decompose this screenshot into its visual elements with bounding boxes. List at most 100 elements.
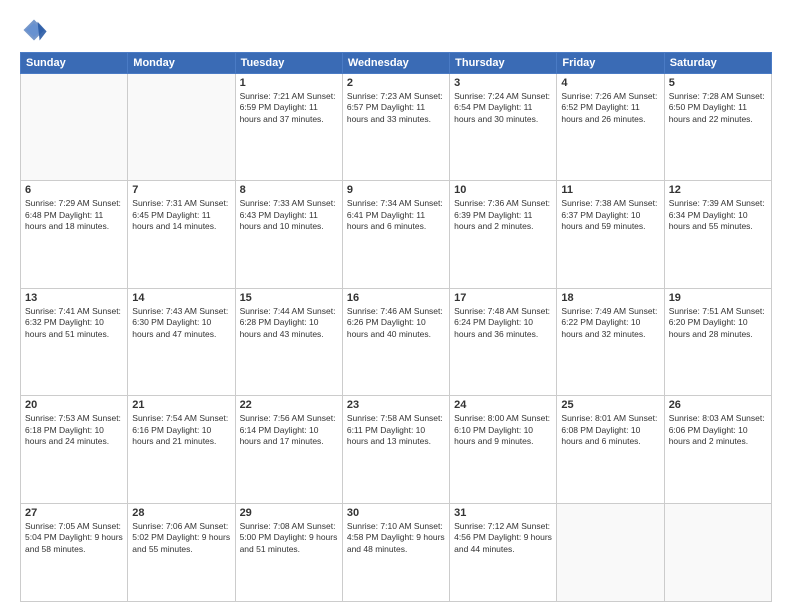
- day-cell: 24 Sunrise: 8:00 AM Sunset: 6:10 PM Dayli…: [450, 396, 557, 503]
- day-number: 10: [454, 184, 552, 196]
- day-cell: 22 Sunrise: 7:56 AM Sunset: 6:14 PM Dayli…: [235, 396, 342, 503]
- calendar: SundayMondayTuesdayWednesdayThursdayFrid…: [20, 52, 772, 602]
- day-info: Sunrise: 7:28 AM Sunset: 6:50 PM Dayligh…: [669, 91, 767, 125]
- day-cell: 3 Sunrise: 7:24 AM Sunset: 6:54 PM Daylig…: [450, 74, 557, 181]
- day-cell: 27 Sunrise: 7:05 AM Sunset: 5:04 PM Dayli…: [21, 503, 128, 601]
- day-info: Sunrise: 7:39 AM Sunset: 6:34 PM Dayligh…: [669, 198, 767, 232]
- day-number: 23: [347, 399, 445, 411]
- day-cell: 29Sunrise: 7:08 AM Sunset: 5:00 PM Dayli…: [235, 503, 342, 601]
- day-info: Sunrise: 7:56 AM Sunset: 6:14 PM Dayligh…: [240, 413, 338, 447]
- day-info: Sunrise: 7:53 AM Sunset: 6:18 PM Dayligh…: [25, 413, 123, 447]
- day-info: Sunrise: 7:38 AM Sunset: 6:37 PM Dayligh…: [561, 198, 659, 232]
- day-info: Sunrise: 7:06 AM Sunset: 5:02 PM Dayligh…: [132, 521, 230, 555]
- day-info: Sunrise: 7:10 AM Sunset: 4:58 PM Dayligh…: [347, 521, 445, 555]
- day-cell: 2Sunrise: 7:23 AM Sunset: 6:57 PM Daylig…: [342, 74, 449, 181]
- day-cell: 18 Sunrise: 7:49 AM Sunset: 6:22 PM Dayli…: [557, 288, 664, 395]
- day-number: 26: [669, 399, 767, 411]
- week-row-1: 1 Sunrise: 7:21 AM Sunset: 6:59 PM Daylig…: [21, 74, 772, 181]
- day-info: Sunrise: 8:01 AM Sunset: 6:08 PM Dayligh…: [561, 413, 659, 447]
- day-number: 22: [240, 399, 338, 411]
- weekday-header-row: SundayMondayTuesdayWednesdayThursdayFrid…: [21, 53, 772, 74]
- day-number: 2: [347, 77, 445, 89]
- day-info: Sunrise: 7:24 AM Sunset: 6:54 PM Dayligh…: [454, 91, 552, 125]
- day-cell: 30 Sunrise: 7:10 AM Sunset: 4:58 PM Dayli…: [342, 503, 449, 601]
- weekday-header-saturday: Saturday: [664, 53, 771, 74]
- day-number: 1: [240, 77, 338, 89]
- day-number: 29: [240, 507, 338, 519]
- day-info: Sunrise: 7:51 AM Sunset: 6:20 PM Dayligh…: [669, 306, 767, 340]
- day-cell: [128, 74, 235, 181]
- day-number: 4: [561, 77, 659, 89]
- day-cell: 16 Sunrise: 7:46 AM Sunset: 6:26 PM Dayli…: [342, 288, 449, 395]
- day-number: 5: [669, 77, 767, 89]
- day-cell: 8Sunrise: 7:33 AM Sunset: 6:43 PM Daylig…: [235, 181, 342, 288]
- day-number: 21: [132, 399, 230, 411]
- day-cell: 6 Sunrise: 7:29 AM Sunset: 6:48 PM Daylig…: [21, 181, 128, 288]
- day-cell: 23 Sunrise: 7:58 AM Sunset: 6:11 PM Dayli…: [342, 396, 449, 503]
- weekday-header-tuesday: Tuesday: [235, 53, 342, 74]
- day-number: 7: [132, 184, 230, 196]
- day-number: 13: [25, 292, 123, 304]
- day-cell: 19 Sunrise: 7:51 AM Sunset: 6:20 PM Dayli…: [664, 288, 771, 395]
- day-cell: 26 Sunrise: 8:03 AM Sunset: 6:06 PM Dayli…: [664, 396, 771, 503]
- day-cell: 28 Sunrise: 7:06 AM Sunset: 5:02 PM Dayli…: [128, 503, 235, 601]
- day-number: 11: [561, 184, 659, 196]
- day-cell: [21, 74, 128, 181]
- day-info: Sunrise: 7:21 AM Sunset: 6:59 PM Dayligh…: [240, 91, 338, 125]
- day-info: Sunrise: 7:58 AM Sunset: 6:11 PM Dayligh…: [347, 413, 445, 447]
- day-info: Sunrise: 7:46 AM Sunset: 6:26 PM Dayligh…: [347, 306, 445, 340]
- day-number: 8: [240, 184, 338, 196]
- day-cell: [557, 503, 664, 601]
- day-cell: 7 Sunrise: 7:31 AM Sunset: 6:45 PM Daylig…: [128, 181, 235, 288]
- week-row-4: 20 Sunrise: 7:53 AM Sunset: 6:18 PM Dayli…: [21, 396, 772, 503]
- day-number: 20: [25, 399, 123, 411]
- week-row-2: 6 Sunrise: 7:29 AM Sunset: 6:48 PM Daylig…: [21, 181, 772, 288]
- day-cell: 11 Sunrise: 7:38 AM Sunset: 6:37 PM Dayli…: [557, 181, 664, 288]
- day-info: Sunrise: 7:49 AM Sunset: 6:22 PM Dayligh…: [561, 306, 659, 340]
- day-info: Sunrise: 8:03 AM Sunset: 6:06 PM Dayligh…: [669, 413, 767, 447]
- week-row-5: 27 Sunrise: 7:05 AM Sunset: 5:04 PM Dayli…: [21, 503, 772, 601]
- day-number: 9: [347, 184, 445, 196]
- day-cell: [664, 503, 771, 601]
- day-info: Sunrise: 7:34 AM Sunset: 6:41 PM Dayligh…: [347, 198, 445, 232]
- day-info: Sunrise: 7:54 AM Sunset: 6:16 PM Dayligh…: [132, 413, 230, 447]
- day-cell: 20 Sunrise: 7:53 AM Sunset: 6:18 PM Dayli…: [21, 396, 128, 503]
- day-cell: 17Sunrise: 7:48 AM Sunset: 6:24 PM Dayli…: [450, 288, 557, 395]
- weekday-header-friday: Friday: [557, 53, 664, 74]
- day-info: Sunrise: 7:26 AM Sunset: 6:52 PM Dayligh…: [561, 91, 659, 125]
- day-number: 3: [454, 77, 552, 89]
- day-number: 15: [240, 292, 338, 304]
- day-number: 14: [132, 292, 230, 304]
- day-number: 16: [347, 292, 445, 304]
- day-cell: 9 Sunrise: 7:34 AM Sunset: 6:41 PM Daylig…: [342, 181, 449, 288]
- day-number: 28: [132, 507, 230, 519]
- day-info: Sunrise: 7:05 AM Sunset: 5:04 PM Dayligh…: [25, 521, 123, 555]
- day-number: 27: [25, 507, 123, 519]
- day-number: 18: [561, 292, 659, 304]
- weekday-header-monday: Monday: [128, 53, 235, 74]
- day-cell: 25 Sunrise: 8:01 AM Sunset: 6:08 PM Dayli…: [557, 396, 664, 503]
- day-number: 19: [669, 292, 767, 304]
- day-number: 30: [347, 507, 445, 519]
- day-cell: 15 Sunrise: 7:44 AM Sunset: 6:28 PM Dayli…: [235, 288, 342, 395]
- day-number: 12: [669, 184, 767, 196]
- day-cell: 13 Sunrise: 7:41 AM Sunset: 6:32 PM Dayli…: [21, 288, 128, 395]
- weekday-header-sunday: Sunday: [21, 53, 128, 74]
- day-info: Sunrise: 7:12 AM Sunset: 4:56 PM Dayligh…: [454, 521, 552, 555]
- day-info: Sunrise: 7:41 AM Sunset: 6:32 PM Dayligh…: [25, 306, 123, 340]
- day-number: 24: [454, 399, 552, 411]
- day-cell: 1 Sunrise: 7:21 AM Sunset: 6:59 PM Daylig…: [235, 74, 342, 181]
- day-info: Sunrise: 7:36 AM Sunset: 6:39 PM Dayligh…: [454, 198, 552, 232]
- day-info: Sunrise: 7:44 AM Sunset: 6:28 PM Dayligh…: [240, 306, 338, 340]
- day-info: Sunrise: 7:48 AM Sunset: 6:24 PM Dayligh…: [454, 306, 552, 340]
- day-number: 6: [25, 184, 123, 196]
- day-info: Sunrise: 7:29 AM Sunset: 6:48 PM Dayligh…: [25, 198, 123, 232]
- day-cell: 5 Sunrise: 7:28 AM Sunset: 6:50 PM Daylig…: [664, 74, 771, 181]
- weekday-header-thursday: Thursday: [450, 53, 557, 74]
- day-number: 25: [561, 399, 659, 411]
- day-info: Sunrise: 7:31 AM Sunset: 6:45 PM Dayligh…: [132, 198, 230, 232]
- logo: [20, 16, 52, 44]
- week-row-3: 13 Sunrise: 7:41 AM Sunset: 6:32 PM Dayli…: [21, 288, 772, 395]
- header: [20, 16, 772, 44]
- day-info: Sunrise: 8:00 AM Sunset: 6:10 PM Dayligh…: [454, 413, 552, 447]
